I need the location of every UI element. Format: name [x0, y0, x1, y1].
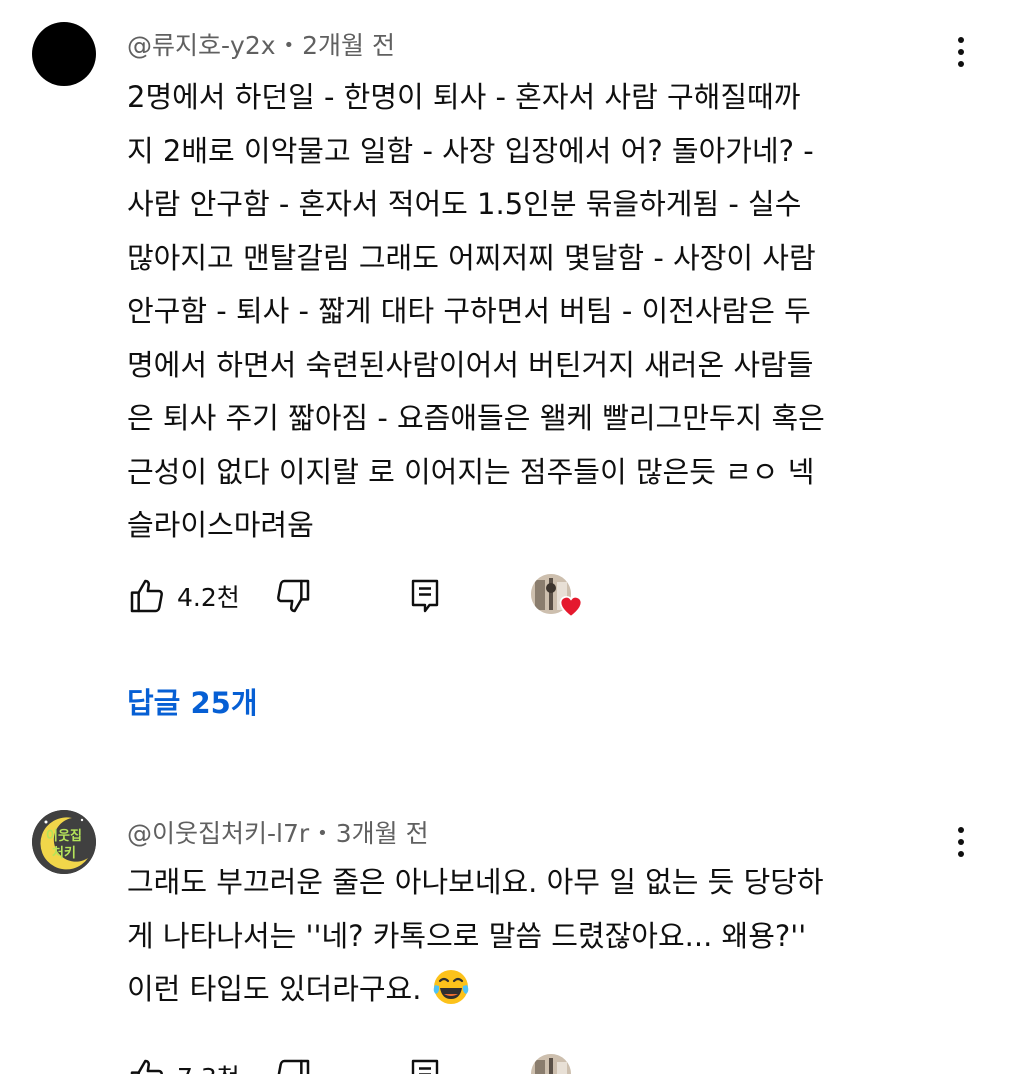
- laughing-tears-emoji: [433, 970, 468, 1004]
- comment-text-line: 지 2배로 이악물고 일함 - 사장 입장에서 어? 돌아가네? -: [127, 133, 814, 168]
- thumbs-down-icon: [277, 579, 310, 613]
- dislike-button[interactable]: [273, 1052, 313, 1074]
- comment-text-line: 은 퇴사 주기 짧아짐 - 요즘애들은 왤케 빨리그만두지 혹은: [127, 401, 825, 435]
- comment-text-line: 사람 안구함 - 혼자서 적어도 1.5인분 묶을하게됨 - 실수: [127, 187, 802, 221]
- comment-author[interactable]: @이웃집처키-l7r: [127, 819, 309, 848]
- comment-text-line: 명에서 하면서 숙련된사람이어서 버틴거지 새러온 사람들: [127, 347, 814, 382]
- comment-actions: 7.3천: [127, 1052, 627, 1074]
- comment-meta: @이웃집처키-l7r • 3개월 전: [127, 814, 429, 850]
- heart-icon: [559, 595, 583, 618]
- comment-reply-icon: [411, 579, 439, 613]
- comment-text-line: 안구함 - 퇴사 - 짧게 대타 구하면서 버팀 - 이전사람은 두: [127, 294, 811, 328]
- comment-text-line: 그래도 부끄러운 줄은 아나보네요. 아무 일 없는 듯 당당하: [127, 865, 824, 899]
- separator-dot: •: [283, 35, 295, 56]
- thumbs-down-icon: [277, 1059, 310, 1074]
- comment-text-fragment: 이런 타입도 있더라구요.: [127, 972, 422, 1006]
- avatar[interactable]: 이웃집 처키: [32, 810, 96, 874]
- comment-text-line: 슬라이스마려움: [127, 508, 314, 542]
- comment-text-line: 이런 타입도 있더라구요.: [127, 963, 957, 1017]
- avatar-image: 이웃집 처키: [32, 810, 96, 874]
- thumbs-up-icon: [130, 1059, 163, 1074]
- comment-time[interactable]: 2개월 전: [302, 31, 395, 60]
- comment-text-line: 근성이 없다 이지랄 로 이어지는 점주들이 많은듯 ㄹㅇ 넥: [127, 454, 815, 489]
- like-button[interactable]: 4.2천: [127, 572, 240, 620]
- comment-reply-icon: [411, 1059, 439, 1074]
- like-count: 7.3천: [177, 1058, 240, 1074]
- separator-dot: •: [317, 823, 328, 844]
- comment-text-line: 게 나타나서는 ''네? 카톡으로 말씀 드렸잖아요... 왜용?'': [127, 918, 807, 953]
- svg-text:처키: 처키: [52, 845, 76, 861]
- reply-button[interactable]: [407, 572, 443, 620]
- like-count: 4.2천: [177, 583, 240, 612]
- more-vert-icon[interactable]: [946, 32, 976, 72]
- replies-button[interactable]: 답글 25개: [127, 680, 258, 722]
- comment-text-line: 2명에서 하던일 - 한명이 퇴사 - 혼자서 사람 구해질때까: [127, 80, 801, 114]
- comment-text-line: 많아지고 맨탈갈림 그래도 어찌저찌 몇달함 - 사장이 사람: [127, 240, 816, 275]
- comment-author[interactable]: @류지호-y2x: [127, 31, 276, 60]
- svg-text:이웃집: 이웃집: [46, 828, 82, 844]
- comment-time[interactable]: 3개월 전: [336, 819, 429, 848]
- comment-actions: 4.2천: [127, 572, 627, 620]
- creator-avatar: [531, 1054, 571, 1074]
- reply-button[interactable]: [407, 1052, 443, 1074]
- like-button[interactable]: 7.3천: [127, 1052, 240, 1074]
- dislike-button[interactable]: [273, 572, 313, 620]
- avatar[interactable]: [32, 22, 96, 86]
- comment-meta: @류지호-y2x • 2개월 전: [127, 26, 395, 62]
- comment-text: 그래도 부끄러운 줄은 아나보네요. 아무 일 없는 듯 당당하 게 나타나서는…: [127, 856, 957, 1017]
- comment-text: 2명에서 하던일 - 한명이 퇴사 - 혼자서 사람 구해질때까 지 2배로 이…: [127, 71, 957, 553]
- thumbs-up-icon: [130, 579, 163, 613]
